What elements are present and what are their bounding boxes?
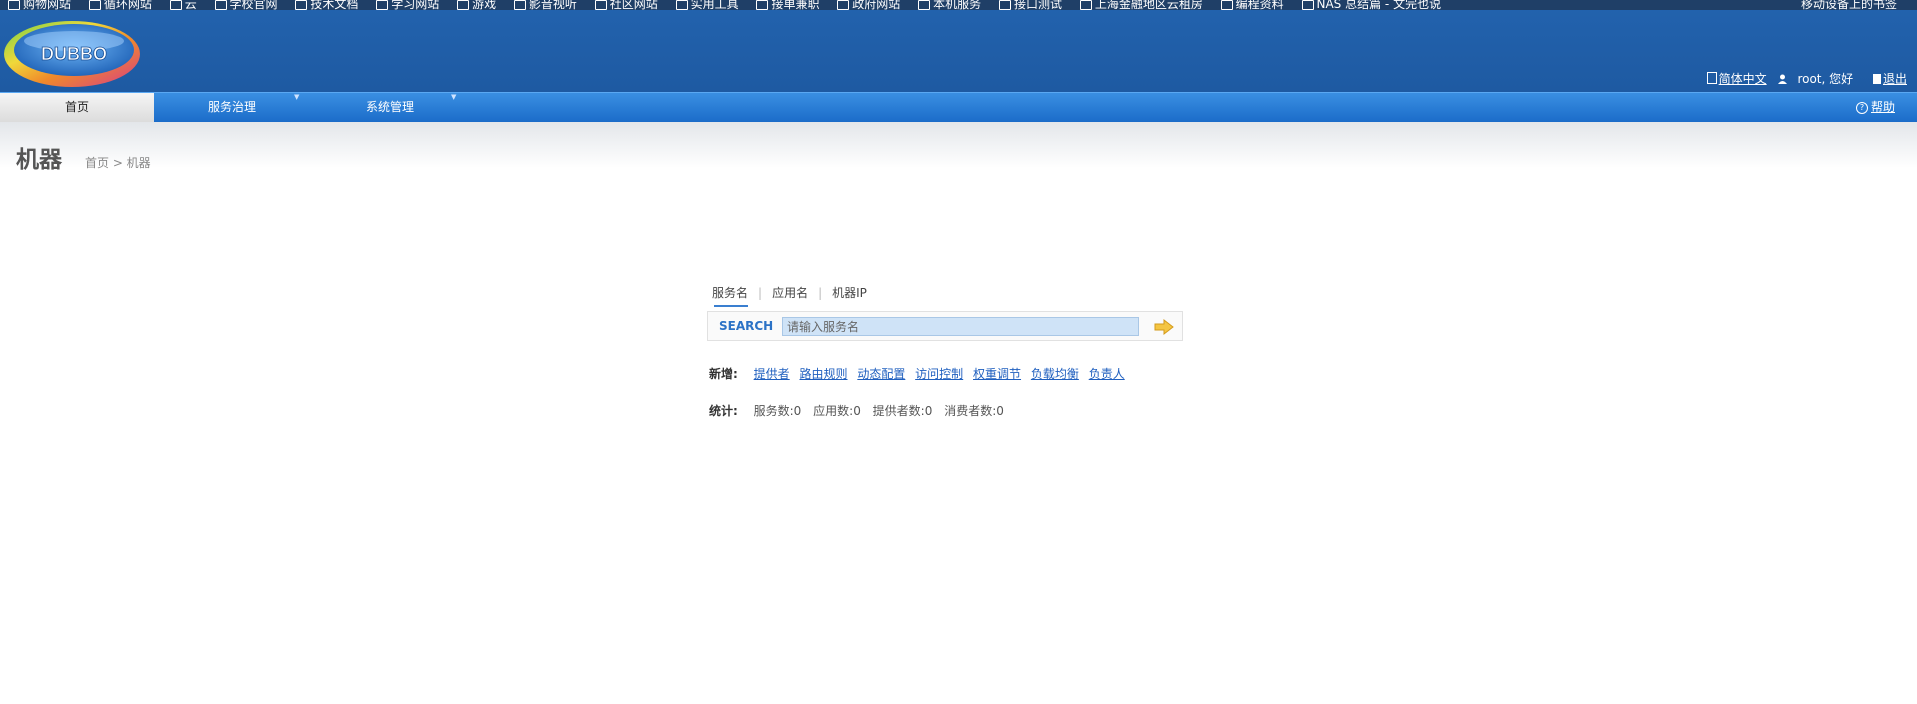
stat-applications: 应用数:0 (813, 404, 861, 418)
search-tab-service[interactable]: 服务名 (712, 284, 749, 307)
folder-icon (295, 0, 308, 10)
folder-icon (675, 0, 688, 10)
folder-icon (169, 0, 182, 10)
bookmark-item[interactable]: 循环网站 (88, 0, 152, 10)
bookmark-item[interactable]: 学习网站 (376, 0, 439, 10)
stat-consumers: 消费者数:0 (944, 404, 1004, 418)
new-weight-link[interactable]: 权重调节 (973, 367, 1021, 381)
arrow-right-icon[interactable] (1152, 318, 1176, 336)
search-tab-application[interactable]: 应用名 (772, 284, 808, 301)
new-links-row: 新增: 提供者 路由规则 动态配置 访问控制 权重调节 负载均衡 负责人 (709, 365, 1131, 382)
new-dynamic-config-link[interactable]: 动态配置 (857, 367, 905, 381)
user-icon (1778, 74, 1788, 84)
stat-services: 服务数:0 (753, 404, 802, 418)
bookmark-item[interactable]: 社区网站 (594, 0, 658, 10)
dropdown-arrow-icon: ▼ (294, 93, 300, 101)
new-load-balance-link[interactable]: 负载均衡 (1031, 367, 1079, 381)
folder-icon (1220, 0, 1233, 10)
dropdown-arrow-icon: ▼ (451, 93, 457, 101)
search-input[interactable] (782, 317, 1139, 336)
globe-icon (1079, 0, 1092, 10)
bookmark-item[interactable]: 游戏 (457, 0, 496, 10)
stats-label: 统计: (709, 404, 738, 418)
bookmark-item[interactable]: 接单兼职 (756, 0, 819, 10)
bookmark-item[interactable]: 影音视听 (513, 0, 577, 10)
user-greeting: root, 您好 (1778, 72, 1853, 86)
page-title: 机器 (16, 147, 62, 173)
folder-icon (594, 0, 607, 10)
header: DUBBO 简体中文 root, 您好 退出 (0, 10, 1917, 92)
tab-divider: | (818, 286, 823, 300)
bookmark-item[interactable]: 上海金融地区云租房 (1079, 0, 1203, 10)
bookmark-item[interactable]: NAS 总结篇 - 文完也说 (1301, 0, 1441, 10)
new-label: 新增: (709, 367, 738, 381)
logout-icon (1872, 74, 1881, 84)
folder-icon (214, 0, 227, 10)
bookmarks-bar: 购物网站 循环网站 云 学校官网 技术文档 学习网站 游戏 影音视听 社区网站 … (0, 0, 1917, 10)
logout-link[interactable]: 退出 (1883, 72, 1907, 86)
dubbo-logo[interactable]: DUBBO (2, 16, 142, 88)
new-route-link[interactable]: 路由规则 (799, 367, 847, 381)
language-link[interactable]: 简体中文 (1719, 72, 1767, 86)
folder-icon (918, 0, 931, 10)
bookmark-item[interactable]: 技术文档 (295, 0, 358, 10)
help-icon: ? (1855, 102, 1868, 114)
main-nav: 首页 服务治理 ▼ 系统管理 ▼ ? 帮助 (0, 92, 1917, 122)
bookmark-item[interactable]: 编程资料 (1220, 0, 1284, 10)
document-icon (1706, 72, 1717, 84)
folder-icon (756, 0, 769, 10)
tab-service-governance[interactable]: 服务治理 (182, 93, 282, 122)
tab-home[interactable]: 首页 (0, 93, 154, 122)
help-link[interactable]: 帮助 (1871, 100, 1895, 114)
new-provider-link[interactable]: 提供者 (754, 367, 790, 381)
mobile-bookmarks[interactable]: 移动设备上的书签 (1801, 0, 1897, 10)
svg-text:DUBBO: DUBBO (41, 44, 107, 64)
new-access-control-link[interactable]: 访问控制 (915, 367, 963, 381)
title-bar: 机器 首页 > 机器 (0, 122, 1917, 173)
bookmark-item[interactable]: 云 (169, 0, 197, 10)
search-tab-machine-ip[interactable]: 机器IP (832, 284, 867, 301)
folder-icon (457, 0, 470, 10)
folder-icon (376, 0, 389, 10)
nas-icon (1301, 0, 1314, 10)
help-area: ? 帮助 (1855, 93, 1895, 122)
bookmark-item[interactable]: 购物网站 (8, 0, 71, 10)
search-tabs: 服务名 | 应用名 | 机器IP (712, 284, 867, 307)
search-label: SEARCH (719, 319, 774, 333)
breadcrumb: 首页 > 机器 (85, 156, 151, 170)
folder-icon (88, 0, 101, 10)
stat-providers: 提供者数:0 (872, 404, 933, 418)
globe-icon (998, 0, 1011, 10)
bookmarks-list: 购物网站 循环网站 云 学校官网 技术文档 学习网站 游戏 影音视听 社区网站 … (8, 0, 1455, 10)
search-box: SEARCH (707, 311, 1183, 341)
bookmark-item[interactable]: 本机服务 (918, 0, 981, 10)
logout-wrap: 退出 (1865, 72, 1907, 86)
tab-system-management[interactable]: 系统管理 (340, 93, 440, 122)
folder-icon (8, 0, 20, 10)
stats-row: 统计: 服务数:0 应用数:0 提供者数:0 消费者数:0 (709, 402, 1012, 419)
folder-icon (837, 0, 850, 10)
tab-divider: | (758, 286, 763, 300)
bookmark-item[interactable]: 学校官网 (214, 0, 278, 10)
bookmark-item[interactable]: 接口测试 (998, 0, 1062, 10)
bookmark-item[interactable]: 政府网站 (837, 0, 900, 10)
user-area: 简体中文 root, 您好 退出 (1699, 70, 1907, 87)
new-owner-link[interactable]: 负责人 (1089, 367, 1125, 381)
bookmark-item[interactable]: 实用工具 (675, 0, 739, 10)
folder-icon (513, 0, 526, 10)
